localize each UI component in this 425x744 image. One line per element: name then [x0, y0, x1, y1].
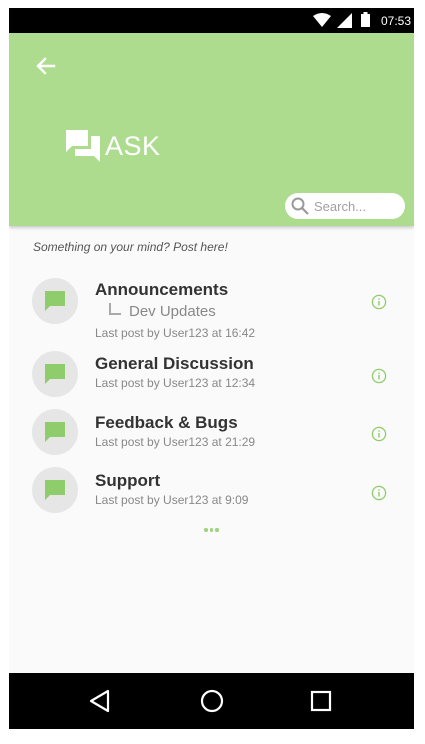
status-time: 07:53 [381, 14, 412, 28]
forum-title: Announcements [95, 280, 229, 299]
forum-title: General Discussion [95, 354, 254, 373]
device-screen: 07:53 ASK Something on your mind? Post h… [9, 8, 414, 729]
circle-home-icon [200, 689, 224, 713]
chat-bubble-icon [45, 364, 65, 384]
app-header: ASK [9, 33, 414, 226]
sub-forum-label: Dev Updates [129, 303, 216, 320]
last-post-info: Last post by User123 at 9:09 [95, 493, 249, 507]
sub-forum-branch-icon [109, 303, 121, 315]
square-recents-icon [310, 690, 332, 712]
search-box[interactable] [285, 193, 405, 219]
battery-icon [361, 12, 370, 27]
info-button[interactable] [371, 294, 387, 310]
info-button[interactable] [371, 368, 387, 384]
info-button[interactable] [371, 485, 387, 501]
nav-recents-button[interactable] [306, 686, 336, 716]
signal-icon [337, 13, 352, 28]
info-icon [371, 294, 387, 310]
chat-bubble-icon [45, 422, 65, 442]
arrow-left-icon [36, 57, 56, 75]
forum-title: Feedback & Bugs [95, 413, 238, 432]
last-post-info: Last post by User123 at 16:42 [95, 326, 256, 340]
last-post-info: Last post by User123 at 12:34 [95, 376, 256, 390]
more-ellipsis-button[interactable] [204, 528, 219, 532]
forum-avatar [32, 467, 78, 513]
tagline: Something on your mind? Post here! [33, 240, 228, 254]
chat-bubble-icon [45, 480, 65, 500]
dot [215, 528, 219, 532]
chat-bubble-icon [45, 291, 65, 311]
wifi-icon [313, 13, 331, 27]
info-icon [371, 426, 387, 442]
info-icon [371, 368, 387, 384]
triangle-back-icon [89, 689, 110, 713]
forum-avatar [32, 409, 78, 455]
last-post-info: Last post by User123 at 21:29 [95, 435, 256, 449]
info-icon [371, 485, 387, 501]
forum-avatar [32, 351, 78, 397]
nav-home-button[interactable] [197, 686, 227, 716]
search-icon [291, 197, 309, 215]
nav-back-button[interactable] [85, 686, 115, 716]
forum-avatar [32, 278, 78, 324]
back-button[interactable] [33, 53, 59, 79]
sub-forum-link[interactable]: Dev Updates [109, 303, 216, 320]
dot [204, 528, 208, 532]
system-nav-bar [9, 673, 414, 729]
dot [209, 528, 213, 532]
brand: ASK [65, 129, 161, 163]
status-bar: 07:53 [9, 8, 414, 33]
forum-chat-icon [66, 130, 100, 162]
forum-title: Support [95, 471, 161, 490]
app-title: ASK [105, 130, 161, 161]
info-button[interactable] [371, 426, 387, 442]
search-input[interactable] [314, 198, 400, 214]
